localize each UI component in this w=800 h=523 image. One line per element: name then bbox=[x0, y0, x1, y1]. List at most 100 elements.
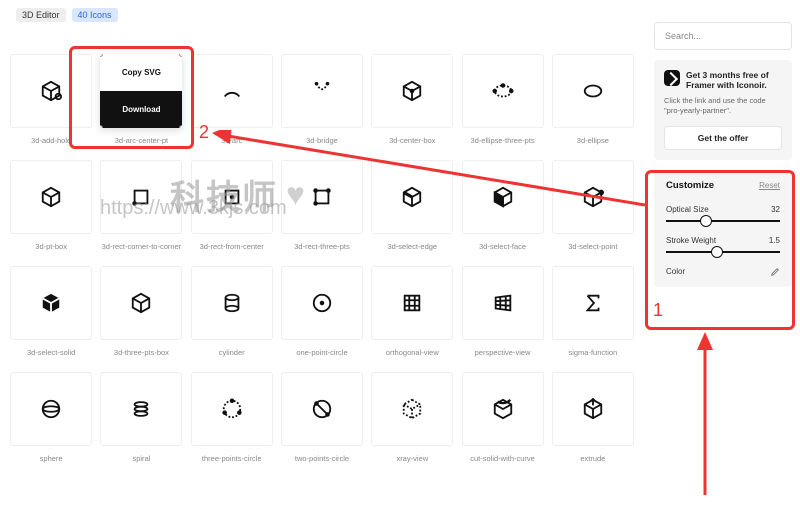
icon-label: 3d-ellipse bbox=[577, 136, 609, 145]
icon-card[interactable]: 3d-bridge bbox=[279, 48, 365, 150]
get-offer-button[interactable]: Get the offer bbox=[664, 126, 782, 150]
icon-label: spiral bbox=[132, 454, 150, 463]
icon-label: 3d-bridge bbox=[306, 136, 338, 145]
icon-label: 3d-rect-from-center bbox=[200, 242, 264, 251]
icon-grid: 3d-add-hole Copy SVG Download 3d-arc-cen… bbox=[8, 48, 636, 468]
cube-icon bbox=[130, 292, 152, 314]
icon-card[interactable]: cylinder bbox=[189, 260, 275, 362]
icon-label: 3d-arc bbox=[221, 136, 242, 145]
arc-icon bbox=[221, 80, 243, 102]
icon-label: perspective-view bbox=[475, 348, 531, 357]
icon-label: sphere bbox=[40, 454, 63, 463]
stroke-weight-value: 1.5 bbox=[769, 236, 780, 245]
icon-card[interactable]: 3d-rect-corner-to-corner bbox=[98, 154, 184, 256]
spiral-icon bbox=[130, 398, 152, 420]
icon-label: 3d-rect-three-pts bbox=[294, 242, 349, 251]
icon-card[interactable]: 3d-select-face bbox=[459, 154, 545, 256]
download-button[interactable]: Download bbox=[100, 91, 182, 128]
cube-point-icon bbox=[582, 186, 604, 208]
xray-icon bbox=[401, 398, 423, 420]
category-tag-editor[interactable]: 3D Editor bbox=[16, 8, 66, 22]
icon-card[interactable]: 3d-rect-from-center bbox=[189, 154, 275, 256]
cube-icon bbox=[40, 186, 62, 208]
icon-card[interactable]: 3d-select-edge bbox=[369, 154, 455, 256]
cube-center-icon bbox=[401, 80, 423, 102]
offer-description: Click the link and use the code "pro-yea… bbox=[664, 96, 782, 116]
annotation-number-1: 1 bbox=[653, 300, 663, 321]
icon-card[interactable]: one-point-circle bbox=[279, 260, 365, 362]
icon-card[interactable]: sigma-function bbox=[550, 260, 636, 362]
icon-card[interactable]: 3d-rect-three-pts bbox=[279, 154, 365, 256]
icon-label: 3d-pt-box bbox=[35, 242, 67, 251]
cube-face-icon bbox=[492, 186, 514, 208]
rect-corner-icon bbox=[130, 186, 152, 208]
icon-label: three-points-circle bbox=[202, 454, 262, 463]
icon-label: sigma-function bbox=[568, 348, 617, 357]
icon-card[interactable]: xray-view bbox=[369, 366, 455, 468]
icon-card[interactable]: two-points-circle bbox=[279, 366, 365, 468]
icon-label: 3d-arc-center-pt bbox=[115, 136, 168, 145]
rect-center-icon bbox=[221, 186, 243, 208]
annotation-arrow-1 bbox=[690, 330, 720, 500]
category-tag-count[interactable]: 40 Icons bbox=[72, 8, 118, 22]
icon-card[interactable]: 3d-center-box bbox=[369, 48, 455, 150]
icon-card[interactable]: 3d-three-pts-box bbox=[98, 260, 184, 362]
icon-card[interactable]: 3d-ellipse bbox=[550, 48, 636, 150]
sigma-icon bbox=[582, 292, 604, 314]
reset-link[interactable]: Reset bbox=[759, 181, 780, 190]
circle-point-icon bbox=[311, 292, 333, 314]
cube-edge-icon bbox=[401, 186, 423, 208]
icon-card[interactable]: 3d-pt-box bbox=[8, 154, 94, 256]
icon-card[interactable]: 3d-select-point bbox=[550, 154, 636, 256]
icon-label: cut-solid-with-curve bbox=[470, 454, 535, 463]
optical-size-label: Optical Size bbox=[666, 205, 709, 214]
icon-card[interactable]: three-points-circle bbox=[189, 366, 275, 468]
icon-label: 3d-select-edge bbox=[387, 242, 437, 251]
icon-label: 3d-three-pts-box bbox=[114, 348, 169, 357]
icon-label: 3d-select-solid bbox=[27, 348, 75, 357]
icon-card[interactable]: spiral bbox=[98, 366, 184, 468]
cube-icon bbox=[40, 80, 62, 102]
cylinder-icon bbox=[221, 292, 243, 314]
icon-card-active[interactable]: Copy SVG Download 3d-arc-center-pt bbox=[98, 48, 184, 150]
cube-solid-icon bbox=[40, 292, 62, 314]
sphere-icon bbox=[40, 398, 62, 420]
icon-label: 3d-ellipse-three-pts bbox=[470, 136, 534, 145]
circle-three-icon bbox=[221, 398, 243, 420]
offer-title: Get 3 months free of Framer with Iconoir… bbox=[686, 70, 782, 90]
optical-size-value: 32 bbox=[771, 205, 780, 214]
icon-label: 3d-select-face bbox=[479, 242, 526, 251]
color-label: Color bbox=[666, 267, 685, 276]
icon-card[interactable]: orthogonal-view bbox=[369, 260, 455, 362]
icon-card[interactable]: 3d-ellipse-three-pts bbox=[459, 48, 545, 150]
search-input[interactable]: Search... bbox=[654, 22, 792, 50]
customize-title: Customize bbox=[666, 180, 714, 191]
icon-label: one-point-circle bbox=[296, 348, 347, 357]
extrude-icon bbox=[582, 398, 604, 420]
offer-card: Get 3 months free of Framer with Iconoir… bbox=[654, 60, 792, 160]
stroke-weight-label: Stroke Weight bbox=[666, 236, 716, 245]
annotation-number-2: 2 bbox=[199, 122, 209, 143]
ellipse-pts-icon bbox=[492, 80, 514, 102]
pencil-icon[interactable] bbox=[770, 267, 780, 277]
icon-label: orthogonal-view bbox=[386, 348, 439, 357]
customize-panel: Customize Reset Optical Size 32 Stroke W… bbox=[654, 170, 792, 287]
icon-card[interactable]: extrude bbox=[550, 366, 636, 468]
icon-card[interactable]: 3d-select-solid bbox=[8, 260, 94, 362]
icon-label: cylinder bbox=[219, 348, 245, 357]
icon-label: 3d-select-point bbox=[568, 242, 617, 251]
ellipse-icon bbox=[582, 80, 604, 102]
optical-size-slider[interactable]: Optical Size 32 bbox=[666, 205, 780, 222]
icon-label: 3d-rect-corner-to-corner bbox=[102, 242, 182, 251]
grid-icon bbox=[401, 292, 423, 314]
stroke-weight-slider[interactable]: Stroke Weight 1.5 bbox=[666, 236, 780, 253]
icon-label: xray-view bbox=[396, 454, 428, 463]
icon-card[interactable]: cut-solid-with-curve bbox=[459, 366, 545, 468]
cut-curve-icon bbox=[492, 398, 514, 420]
icon-card[interactable]: perspective-view bbox=[459, 260, 545, 362]
icon-card[interactable]: sphere bbox=[8, 366, 94, 468]
bridge-icon bbox=[311, 80, 333, 102]
copy-svg-button[interactable]: Copy SVG bbox=[100, 54, 182, 91]
icon-card[interactable]: 3d-add-hole bbox=[8, 48, 94, 150]
icon-label: extrude bbox=[580, 454, 605, 463]
